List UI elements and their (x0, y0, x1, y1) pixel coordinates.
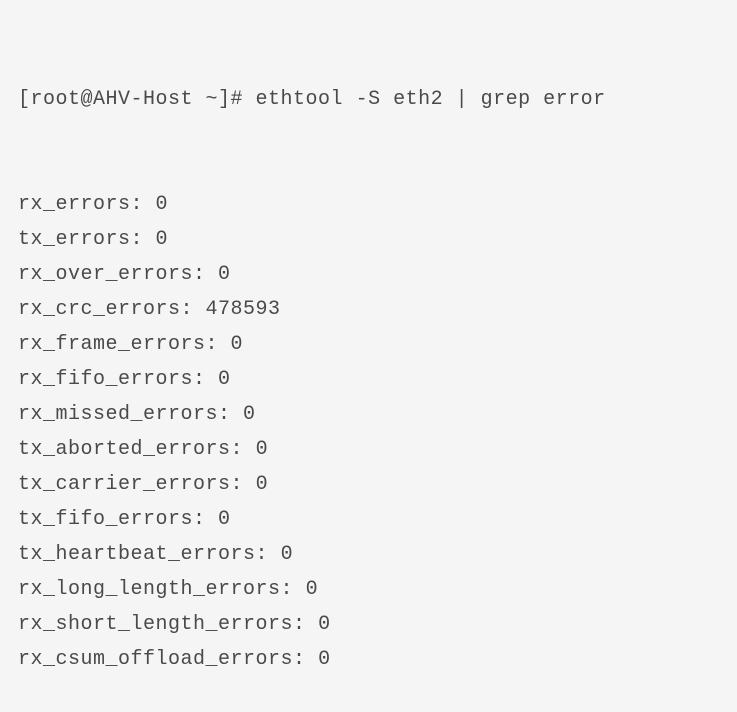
separator: : (293, 613, 318, 636)
separator: : (218, 403, 243, 426)
separator: : (193, 508, 218, 531)
stat-label: rx_short_length_errors (18, 613, 293, 636)
output-line: tx_aborted_errors: 0 (18, 432, 719, 467)
stat-label: rx_fifo_errors (18, 368, 193, 391)
stat-label: rx_over_errors (18, 263, 193, 286)
terminal-output: rx_errors: 0tx_errors: 0rx_over_errors: … (18, 187, 719, 677)
separator: : (231, 438, 256, 461)
stat-value: 0 (256, 473, 269, 496)
output-line: rx_over_errors: 0 (18, 257, 719, 292)
terminal-window[interactable]: [root@AHV-Host ~]# ethtool -S eth2 | gre… (18, 12, 719, 712)
stat-label: rx_long_length_errors (18, 578, 281, 601)
stat-value: 0 (306, 578, 319, 601)
stat-label: rx_crc_errors (18, 298, 181, 321)
separator: : (293, 648, 318, 671)
stat-label: rx_csum_offload_errors (18, 648, 293, 671)
separator: : (193, 263, 218, 286)
stat-value: 0 (281, 543, 294, 566)
output-line: tx_fifo_errors: 0 (18, 502, 719, 537)
separator: : (281, 578, 306, 601)
separator: : (193, 368, 218, 391)
stat-label: tx_heartbeat_errors (18, 543, 256, 566)
stat-label: tx_aborted_errors (18, 438, 231, 461)
separator: : (206, 333, 231, 356)
stat-label: tx_carrier_errors (18, 473, 231, 496)
stat-value: 478593 (206, 298, 281, 321)
separator: : (131, 193, 156, 216)
output-line: tx_carrier_errors: 0 (18, 467, 719, 502)
output-line: rx_fifo_errors: 0 (18, 362, 719, 397)
stat-value: 0 (231, 333, 244, 356)
separator: : (256, 543, 281, 566)
output-line: tx_errors: 0 (18, 222, 719, 257)
shell-command: ethtool -S eth2 | grep error (256, 88, 606, 111)
stat-value: 0 (318, 648, 331, 671)
output-line: rx_crc_errors: 478593 (18, 292, 719, 327)
stat-value: 0 (243, 403, 256, 426)
separator: : (181, 298, 206, 321)
stat-value: 0 (218, 368, 231, 391)
separator: : (231, 473, 256, 496)
stat-label: tx_fifo_errors (18, 508, 193, 531)
output-line: rx_missed_errors: 0 (18, 397, 719, 432)
stat-value: 0 (156, 228, 169, 251)
output-line: rx_frame_errors: 0 (18, 327, 719, 362)
output-line: rx_errors: 0 (18, 187, 719, 222)
output-line: rx_long_length_errors: 0 (18, 572, 719, 607)
output-line: rx_short_length_errors: 0 (18, 607, 719, 642)
stat-value: 0 (156, 193, 169, 216)
stat-value: 0 (218, 508, 231, 531)
stat-label: rx_missed_errors (18, 403, 218, 426)
output-line: tx_heartbeat_errors: 0 (18, 537, 719, 572)
stat-label: tx_errors (18, 228, 131, 251)
stat-value: 0 (318, 613, 331, 636)
shell-prompt: [root@AHV-Host ~]# (18, 88, 256, 111)
stat-label: rx_frame_errors (18, 333, 206, 356)
separator: : (131, 228, 156, 251)
stat-label: rx_errors (18, 193, 131, 216)
stat-value: 0 (256, 438, 269, 461)
stat-value: 0 (218, 263, 231, 286)
command-line: [root@AHV-Host ~]# ethtool -S eth2 | gre… (18, 82, 719, 117)
output-line: rx_csum_offload_errors: 0 (18, 642, 719, 677)
